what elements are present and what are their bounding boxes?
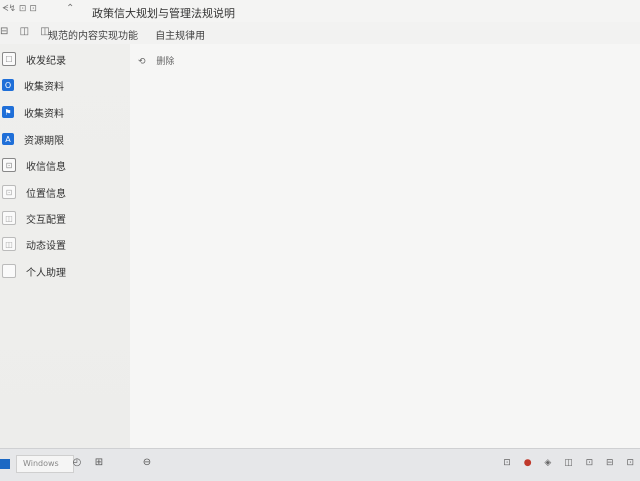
refresh-icon[interactable]: ⟲ xyxy=(138,57,146,67)
back-icon[interactable]: ⌃ xyxy=(66,3,74,14)
window-icon: ☐ xyxy=(2,52,16,66)
box-icon: ⊡ xyxy=(2,158,16,172)
toolbar-label[interactable]: 删除 xyxy=(156,57,174,67)
system-tray: ⊡ ● ◈ ◫ ⊡ ⊟ ⊡ xyxy=(493,458,634,468)
sidebar-item-label: 收信信息 xyxy=(26,161,66,173)
panel-icon: ◫ xyxy=(2,211,16,225)
sidebar: ☐ 收发纪录 O 收集资料 ⚑ 收集资料 A 资源期限 ⊡ 收信信息 ⊡ 位置信… xyxy=(0,44,130,448)
tray-icon-6[interactable]: ⊟ xyxy=(606,458,614,468)
sidebar-item-label: 个人助理 xyxy=(26,267,66,279)
search-box[interactable]: Windows xyxy=(16,455,74,473)
sidebar-item-9[interactable]: 个人助理 xyxy=(0,260,130,282)
panel-icon: ◫ xyxy=(2,237,16,251)
sidebar-item-3[interactable]: ⚑ 收集资料 xyxy=(0,101,130,123)
sidebar-item-7[interactable]: ◫ 交互配置 xyxy=(0,207,130,229)
content-area: ⟲ 删除 xyxy=(130,44,640,448)
sidebar-item-label: 动态设置 xyxy=(26,240,66,252)
sidebar-item-label: 收发纪录 xyxy=(26,55,66,67)
sidebar-item-label: 收集资料 xyxy=(24,108,64,120)
breadcrumb-text: 规范的内容实现功能 自主规律用 xyxy=(48,27,219,42)
title-bar: ᗕ↯ ⊡ ⊡ ⌃ 政策信大规划与管理法规说明 xyxy=(0,0,640,23)
box-icon: ⊡ xyxy=(2,185,16,199)
circle-icon: O xyxy=(2,79,14,91)
minus-circle-icon[interactable]: ⊖ xyxy=(140,456,154,470)
tray-icon-3[interactable]: ◈ xyxy=(544,458,551,468)
sidebar-item-label: 交互配置 xyxy=(26,214,66,226)
clock-icon[interactable]: ◴ xyxy=(70,456,84,470)
sidebar-item-4[interactable]: A 资源期限 xyxy=(0,128,130,150)
start-icon[interactable] xyxy=(0,459,10,469)
window-controls[interactable]: ᗕ↯ ⊡ ⊡ xyxy=(2,4,37,14)
sidebar-item-8[interactable]: ◫ 动态设置 xyxy=(0,233,130,255)
sidebar-item-label: 资源期限 xyxy=(24,135,64,147)
flag-icon: ⚑ xyxy=(2,106,14,118)
sidebar-item-label: 收集资料 xyxy=(24,81,64,93)
breadcrumb-item-2[interactable]: 自主规律用 xyxy=(155,31,205,42)
tray-alert-icon[interactable]: ● xyxy=(524,458,532,468)
nav-icon-2[interactable]: ◫ xyxy=(20,26,29,37)
content-toolbar: ⟲ 删除 xyxy=(138,54,182,67)
app-window: ᗕ↯ ⊡ ⊡ ⌃ 政策信大规划与管理法规说明 ⊟ ◫ ◫ 规范的内容实现功能 自… xyxy=(0,0,640,448)
tray-icon-7[interactable]: ⊡ xyxy=(626,458,634,468)
sidebar-item-6[interactable]: ⊡ 位置信息 xyxy=(0,181,130,203)
breadcrumb: ⊟ ◫ ◫ 规范的内容实现功能 自主规律用 xyxy=(0,22,640,45)
nav-icon-1[interactable]: ⊟ xyxy=(0,26,8,37)
tray-icon-5[interactable]: ⊡ xyxy=(586,458,594,468)
tray-icon-1[interactable]: ⊡ xyxy=(503,458,511,468)
grid-icon[interactable]: ⊞ xyxy=(92,456,106,470)
checkbox-icon xyxy=(2,264,16,278)
window-title: 政策信大规划与管理法规说明 xyxy=(92,7,235,20)
a-icon: A xyxy=(2,133,14,145)
tray-icon-4[interactable]: ◫ xyxy=(564,458,573,468)
sidebar-item-label: 位置信息 xyxy=(26,188,66,200)
sidebar-item-1[interactable]: ☐ 收发纪录 xyxy=(0,48,130,70)
breadcrumb-item-1[interactable]: 规范的内容实现功能 xyxy=(48,31,138,42)
sidebar-item-2[interactable]: O 收集资料 xyxy=(0,74,130,96)
sidebar-item-5[interactable]: ⊡ 收信信息 xyxy=(0,154,130,176)
taskbar: Windows ◴ ⊞ ⊖ ⊡ ● ◈ ◫ ⊡ ⊟ ⊡ xyxy=(0,448,640,481)
